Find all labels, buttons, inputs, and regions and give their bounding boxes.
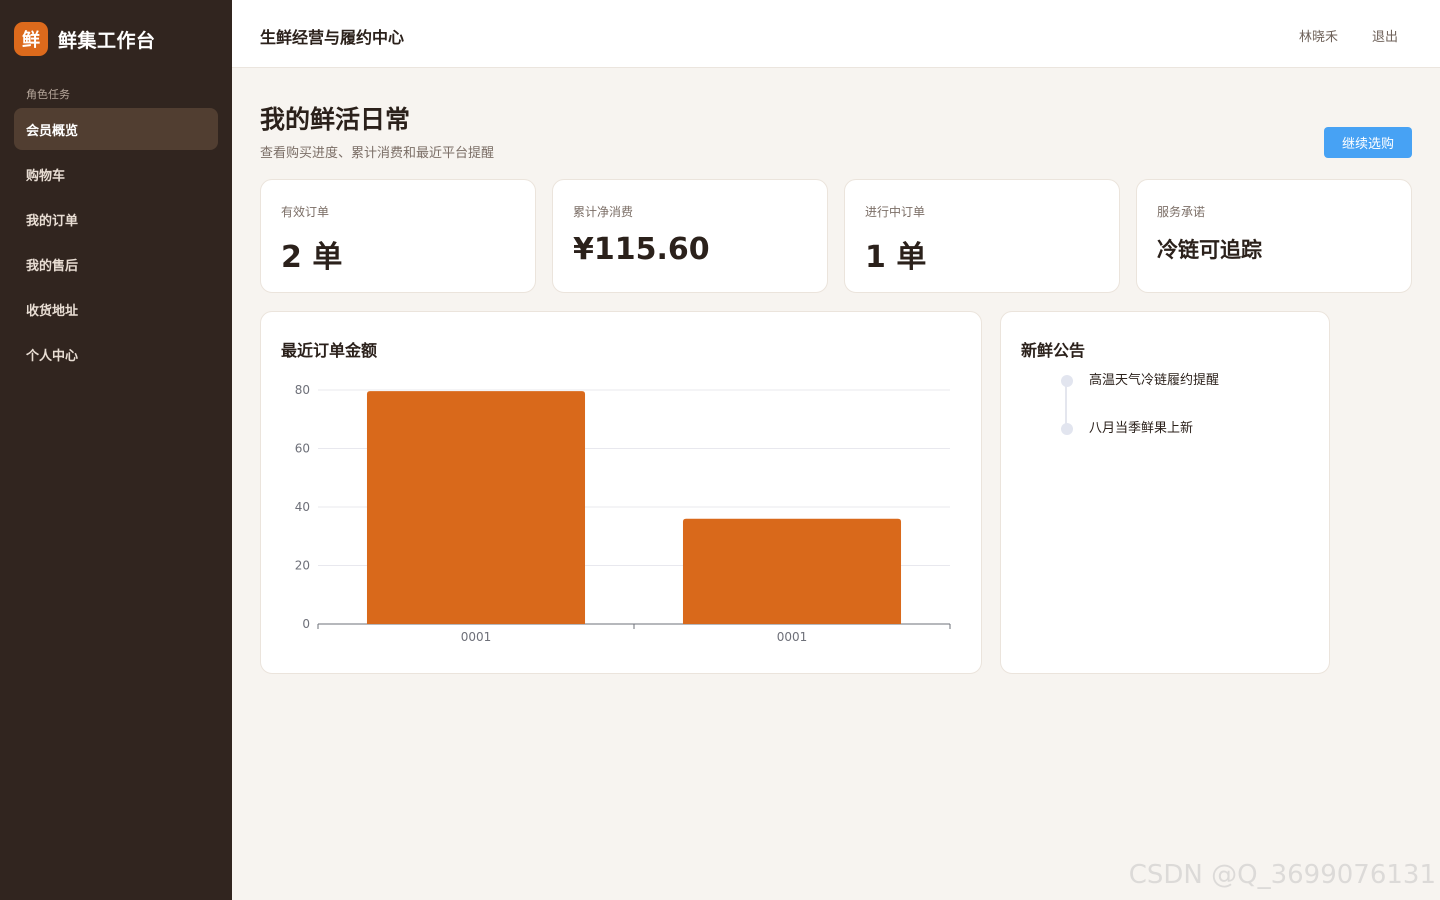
timeline-dot [1061, 423, 1073, 435]
sidebar-item-label: 个人中心 [26, 348, 79, 364]
notice-timeline: 高温天气冷链履约提醒 八月当季鲜果上新 [1061, 372, 1219, 468]
sidebar-item-label: 收货地址 [26, 303, 79, 319]
sidebar-item-label: 我的订单 [26, 213, 79, 229]
recent-order-amount-card: 0 20 40 60 80 0001 0001 最近订单金额 [260, 311, 982, 674]
user-name[interactable]: 林晓禾 [1299, 26, 1338, 45]
stat-card-service-promise: 服务承诺 冷链可追踪 [1136, 179, 1412, 293]
watermark: CSDN @Q_3699076131 [1128, 860, 1436, 890]
stat-value: 冷链可追踪 [1157, 238, 1262, 262]
stat-card-valid-orders: 有效订单 2 单 [260, 179, 536, 293]
sidebar-item-member-overview[interactable]: 会员概览 [14, 108, 218, 150]
brand: 鲜 鲜集工作台 [14, 22, 156, 56]
logout-link[interactable]: 退出 [1372, 26, 1398, 45]
notice-text: 高温天气冷链履约提醒 [1089, 373, 1220, 388]
sidebar-item-cart[interactable]: 购物车 [14, 153, 218, 195]
stat-value: 2 单 [281, 240, 343, 275]
bar [366, 391, 586, 624]
y-tick-label: 0 [302, 617, 310, 631]
nav-section-label: 角色任务 [26, 88, 70, 101]
bar-chart: 0 20 40 60 80 0001 0001 [295, 383, 951, 644]
sidebar-item-label: 购物车 [26, 168, 66, 184]
page-title: 我的鲜活日常 [260, 105, 411, 134]
notice-title: 新鲜公告 [1021, 341, 1086, 360]
stat-value: ¥115.60 [573, 232, 710, 267]
notice-item[interactable]: 高温天气冷链履约提醒 [1061, 372, 1219, 420]
y-tick-label: 60 [295, 442, 310, 456]
y-tick-label: 80 [295, 383, 310, 397]
page-subtitle: 查看购买进度、累计消费和最近平台提醒 [260, 146, 495, 161]
stat-card-net-spend: 累计净消费 ¥115.60 [552, 179, 828, 293]
notice-text: 八月当季鲜果上新 [1089, 421, 1194, 436]
stat-label: 有效订单 [281, 205, 330, 219]
sidebar-nav: 会员概览 购物车 我的订单 我的售后 收货地址 个人中心 [14, 108, 218, 378]
notice-item[interactable]: 八月当季鲜果上新 [1061, 420, 1219, 468]
sidebar-item-profile[interactable]: 个人中心 [14, 333, 218, 375]
brand-name: 鲜集工作台 [58, 29, 156, 52]
timeline-dot [1061, 375, 1073, 387]
bar [682, 518, 902, 624]
stat-label: 累计净消费 [573, 205, 634, 219]
x-tick-label: 0001 [461, 630, 492, 644]
notice-card: 新鲜公告 高温天气冷链履约提醒 八月当季鲜果上新 [1000, 311, 1330, 674]
stat-card-in-progress-orders: 进行中订单 1 单 [844, 179, 1120, 293]
stat-label: 服务承诺 [1157, 205, 1206, 219]
sidebar-item-label: 我的售后 [26, 258, 79, 274]
y-tick-label: 20 [295, 559, 310, 573]
top-bar: 生鲜经营与履约中心 林晓禾 退出 [232, 0, 1440, 68]
x-tick-label: 0001 [777, 630, 808, 644]
sidebar: 鲜 鲜集工作台 角色任务 会员概览 购物车 我的订单 我的售后 收货地址 个人中… [0, 0, 232, 900]
sidebar-item-after-sales[interactable]: 我的售后 [14, 243, 218, 285]
stat-value: 1 单 [865, 240, 927, 275]
chart-title: 最近订单金额 [281, 341, 378, 360]
header-title: 生鲜经营与履约中心 [260, 28, 405, 47]
brand-logo: 鲜 [14, 22, 48, 56]
sidebar-item-label: 会员概览 [26, 123, 79, 139]
sidebar-item-my-orders[interactable]: 我的订单 [14, 198, 218, 240]
stat-label: 进行中订单 [865, 205, 926, 219]
sidebar-item-addresses[interactable]: 收货地址 [14, 288, 218, 330]
y-tick-label: 40 [295, 500, 310, 514]
continue-shopping-button[interactable]: 继续选购 [1324, 127, 1412, 158]
